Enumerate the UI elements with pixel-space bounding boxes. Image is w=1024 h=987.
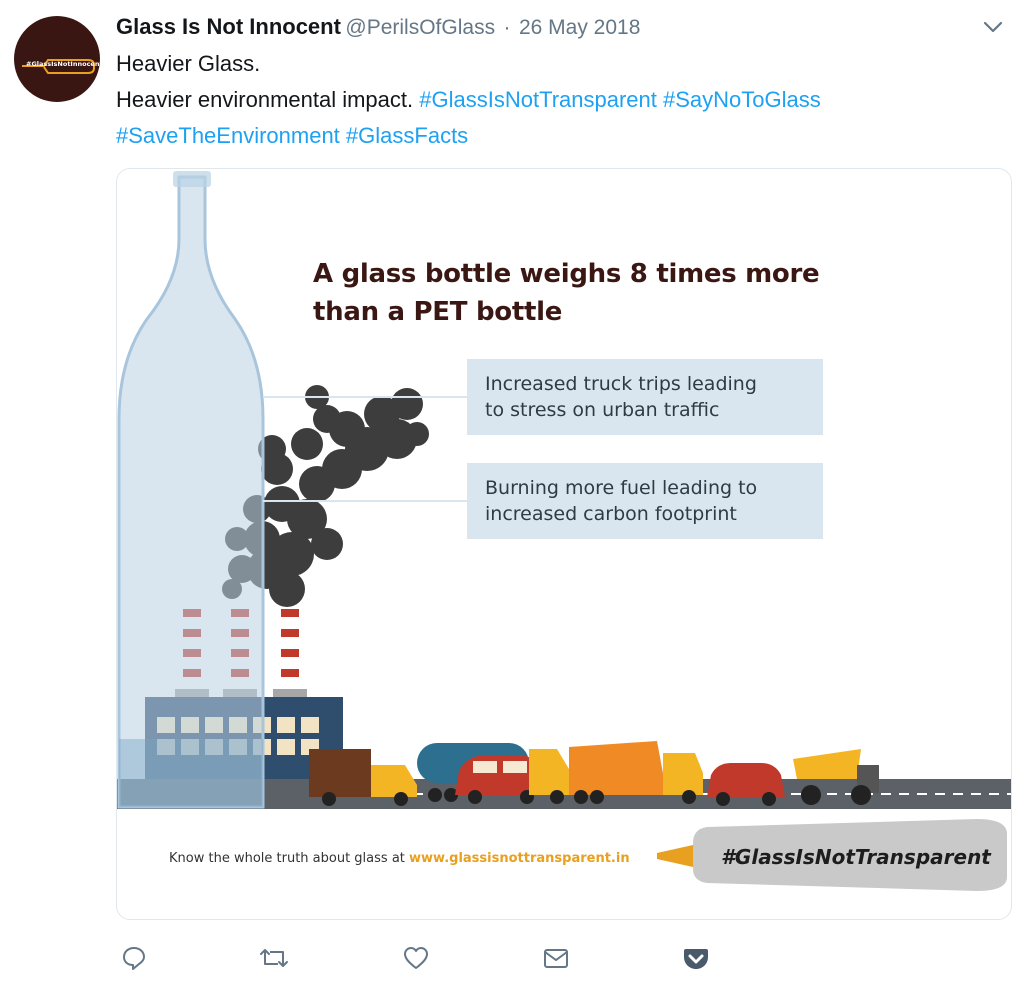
hashtag-link[interactable]: #SayNoToGlass bbox=[663, 87, 821, 112]
tweet-body-text: Heavier environmental impact. bbox=[116, 87, 414, 112]
tweet-date[interactable]: 26 May 2018 bbox=[519, 16, 640, 39]
bottle-hashtag: #GlassIsNotTransparent bbox=[721, 845, 991, 869]
display-name[interactable]: Glass Is Not Innocent bbox=[116, 14, 341, 39]
headline-line-1: A glass bottle weighs 8 times more bbox=[313, 259, 820, 289]
hashtag-link[interactable]: #GlassFacts bbox=[346, 123, 468, 148]
avatar-logo: #GlassIsNotInnocent bbox=[22, 59, 100, 74]
infographic-footer: Know the whole truth about glass at www.… bbox=[169, 851, 630, 866]
avatar[interactable]: #GlassIsNotInnocent bbox=[14, 16, 100, 102]
separator: · bbox=[503, 16, 511, 39]
more-options-chevron-down-icon[interactable] bbox=[982, 20, 1004, 39]
tweet-media-image[interactable]: A glass bottle weighs 8 times more than … bbox=[116, 168, 1012, 920]
info-box-truck-trips: Increased truck trips leading to stress … bbox=[467, 359, 823, 435]
avatar-text: #GlassIsNotInnocent bbox=[26, 60, 100, 68]
user-handle[interactable]: @PerilsOfGlass bbox=[345, 16, 495, 39]
like-icon[interactable] bbox=[398, 940, 434, 976]
footer-link: www.glassisnottransparent.in bbox=[409, 851, 630, 866]
tweet-text: Heavier Glass. Heavier environmental imp… bbox=[116, 46, 996, 154]
hashtag-link[interactable]: #SaveTheEnvironment bbox=[116, 123, 340, 148]
tweet-actions bbox=[116, 940, 756, 980]
tweet-line-2: Heavier environmental impact. #GlassIsNo… bbox=[116, 82, 996, 118]
info-box-line: increased carbon footprint bbox=[485, 503, 737, 525]
info-box-line: to stress on urban traffic bbox=[485, 399, 720, 421]
retweet-icon[interactable] bbox=[256, 940, 292, 976]
infographic-headline: A glass bottle weighs 8 times more than … bbox=[313, 255, 820, 331]
headline-line-2: than a PET bottle bbox=[313, 297, 563, 327]
tweet-header: Glass Is Not Innocent @PerilsOfGlass · 2… bbox=[116, 14, 640, 44]
info-box-text: Burning more fuel leading to increased c… bbox=[485, 475, 815, 527]
info-box-line: Burning more fuel leading to bbox=[485, 477, 758, 499]
tweet-line-1: Heavier Glass. bbox=[116, 51, 261, 76]
info-box-line: Increased truck trips leading bbox=[485, 373, 757, 395]
footer-text: Know the whole truth about glass at bbox=[169, 851, 410, 866]
hashtag-link[interactable]: #GlassIsNotTransparent bbox=[419, 87, 657, 112]
message-icon[interactable] bbox=[538, 940, 574, 976]
info-box-text: Increased truck trips leading to stress … bbox=[485, 371, 815, 423]
pocket-icon[interactable] bbox=[678, 940, 714, 976]
glass-bottle bbox=[117, 171, 265, 809]
tweet-line-3: #SaveTheEnvironment #GlassFacts bbox=[116, 118, 996, 154]
info-box-fuel: Burning more fuel leading to increased c… bbox=[467, 463, 823, 539]
reply-icon[interactable] bbox=[116, 940, 152, 976]
